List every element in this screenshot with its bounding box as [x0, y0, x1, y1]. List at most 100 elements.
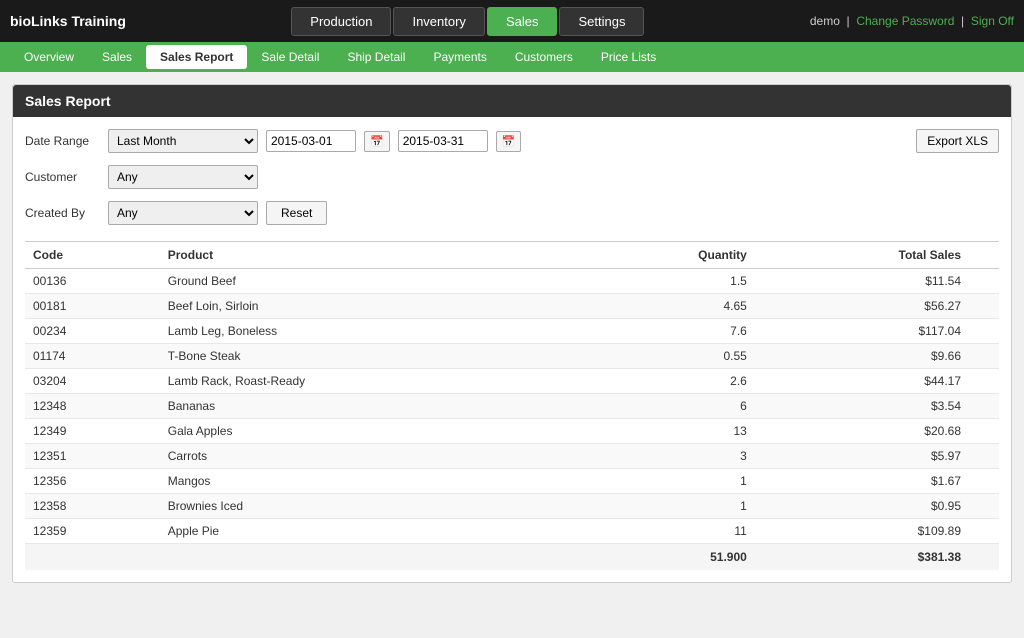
cell-product: Gala Apples — [160, 419, 579, 444]
cell-code: 12356 — [25, 469, 160, 494]
cell-total-sales: $20.68 — [755, 419, 969, 444]
cell-total-sales: $56.27 — [755, 294, 969, 319]
table-header-row: Code Product Quantity Total Sales — [25, 242, 999, 269]
filters-left: Date Range Last Month This Month Custom … — [25, 129, 521, 233]
app-title: bioLinks Training — [10, 13, 126, 29]
username: demo — [810, 14, 840, 28]
cell-quantity: 13 — [578, 419, 754, 444]
table-row: 12348Bananas6$3.54 — [25, 394, 999, 419]
table-row: 00234Lamb Leg, Boneless7.6$117.04 — [25, 319, 999, 344]
cell-spacer — [969, 444, 999, 469]
cell-spacer — [969, 294, 999, 319]
sec-nav-sale-detail[interactable]: Sale Detail — [247, 45, 333, 69]
cell-code: 12351 — [25, 444, 160, 469]
customer-row: Customer Any — [25, 165, 521, 189]
cell-quantity: 6 — [578, 394, 754, 419]
sign-off-link[interactable]: Sign Off — [971, 14, 1014, 28]
top-nav-btn-inventory[interactable]: Inventory — [393, 7, 484, 36]
sales-report-panel: Sales Report Date Range Last Month This … — [12, 84, 1012, 583]
cell-total-sales: $1.67 — [755, 469, 969, 494]
panel-body: Date Range Last Month This Month Custom … — [13, 117, 1011, 582]
top-nav-btn-settings[interactable]: Settings — [559, 7, 644, 36]
cell-product: Lamb Rack, Roast-Ready — [160, 369, 579, 394]
cell-total-sales: $5.97 — [755, 444, 969, 469]
cell-spacer — [969, 319, 999, 344]
table-row: 00181Beef Loin, Sirloin4.65$56.27 — [25, 294, 999, 319]
col-header-total-sales: Total Sales — [755, 242, 969, 269]
table-row: 12349Gala Apples13$20.68 — [25, 419, 999, 444]
top-nav-btn-sales[interactable]: Sales — [487, 7, 558, 36]
user-actions: demo | Change Password | Sign Off — [810, 14, 1014, 28]
top-nav-buttons: ProductionInventorySalesSettings — [291, 7, 644, 36]
date-range-select[interactable]: Last Month This Month Custom — [108, 129, 258, 153]
cell-code: 03204 — [25, 369, 160, 394]
export-area: Export XLS — [916, 129, 999, 153]
cell-total-sales: $44.17 — [755, 369, 969, 394]
cell-quantity: 1.5 — [578, 269, 754, 294]
table-row: 12359Apple Pie11$109.89 — [25, 519, 999, 544]
customer-select[interactable]: Any — [108, 165, 258, 189]
date-to-cal-button[interactable]: 📅 — [496, 131, 522, 152]
cell-spacer — [969, 344, 999, 369]
main-content: Sales Report Date Range Last Month This … — [0, 72, 1024, 595]
cell-product: Apple Pie — [160, 519, 579, 544]
cell-spacer — [969, 469, 999, 494]
cell-total-sales: $9.66 — [755, 344, 969, 369]
table-row: 12358Brownies Iced1$0.95 — [25, 494, 999, 519]
cell-code: 12349 — [25, 419, 160, 444]
sec-nav-price-lists[interactable]: Price Lists — [587, 45, 670, 69]
cell-code: 12358 — [25, 494, 160, 519]
top-nav-btn-production[interactable]: Production — [291, 7, 391, 36]
cell-code: 01174 — [25, 344, 160, 369]
cell-spacer — [969, 519, 999, 544]
customer-label: Customer — [25, 170, 100, 184]
sec-nav-overview[interactable]: Overview — [10, 45, 88, 69]
sec-nav-customers[interactable]: Customers — [501, 45, 587, 69]
cell-quantity: 4.65 — [578, 294, 754, 319]
cell-total-sales: $117.04 — [755, 319, 969, 344]
footer-spacer — [969, 544, 999, 571]
cell-spacer — [969, 494, 999, 519]
footer-total-sales: $381.38 — [755, 544, 969, 571]
table-row: 01174T-Bone Steak0.55$9.66 — [25, 344, 999, 369]
col-header-code: Code — [25, 242, 160, 269]
cell-spacer — [969, 394, 999, 419]
secondary-nav: OverviewSalesSales ReportSale DetailShip… — [0, 42, 1024, 72]
cell-quantity: 7.6 — [578, 319, 754, 344]
sec-nav-sales[interactable]: Sales — [88, 45, 146, 69]
cell-product: Ground Beef — [160, 269, 579, 294]
created-by-label: Created By — [25, 206, 100, 220]
cell-product: Bananas — [160, 394, 579, 419]
report-table: Code Product Quantity Total Sales 00136G… — [25, 241, 999, 570]
change-password-link[interactable]: Change Password — [856, 14, 954, 28]
cell-quantity: 0.55 — [578, 344, 754, 369]
date-range-label: Date Range — [25, 134, 100, 148]
sec-nav-payments[interactable]: Payments — [419, 45, 500, 69]
table-row: 12351Carrots3$5.97 — [25, 444, 999, 469]
date-to-input[interactable] — [398, 130, 488, 152]
export-button[interactable]: Export XLS — [916, 129, 999, 153]
footer-product — [160, 544, 579, 571]
created-by-row: Created By Any Reset — [25, 201, 521, 225]
cell-code: 00181 — [25, 294, 160, 319]
panel-header: Sales Report — [13, 85, 1011, 117]
sec-nav-sales-report[interactable]: Sales Report — [146, 45, 247, 69]
date-from-input[interactable] — [266, 130, 356, 152]
cell-quantity: 1 — [578, 494, 754, 519]
date-from-cal-button[interactable]: 📅 — [364, 131, 390, 152]
cell-code: 00234 — [25, 319, 160, 344]
filter-area: Date Range Last Month This Month Custom … — [25, 129, 999, 233]
col-header-product: Product — [160, 242, 579, 269]
cell-product: Mangos — [160, 469, 579, 494]
cell-spacer — [969, 369, 999, 394]
sec-nav-ship-detail[interactable]: Ship Detail — [333, 45, 419, 69]
cell-total-sales: $11.54 — [755, 269, 969, 294]
cell-product: Carrots — [160, 444, 579, 469]
created-by-select[interactable]: Any — [108, 201, 258, 225]
cell-spacer — [969, 269, 999, 294]
cell-quantity: 1 — [578, 469, 754, 494]
table-body: 00136Ground Beef1.5$11.5400181Beef Loin,… — [25, 269, 999, 544]
cell-quantity: 11 — [578, 519, 754, 544]
cell-product: Brownies Iced — [160, 494, 579, 519]
reset-button[interactable]: Reset — [266, 201, 327, 225]
